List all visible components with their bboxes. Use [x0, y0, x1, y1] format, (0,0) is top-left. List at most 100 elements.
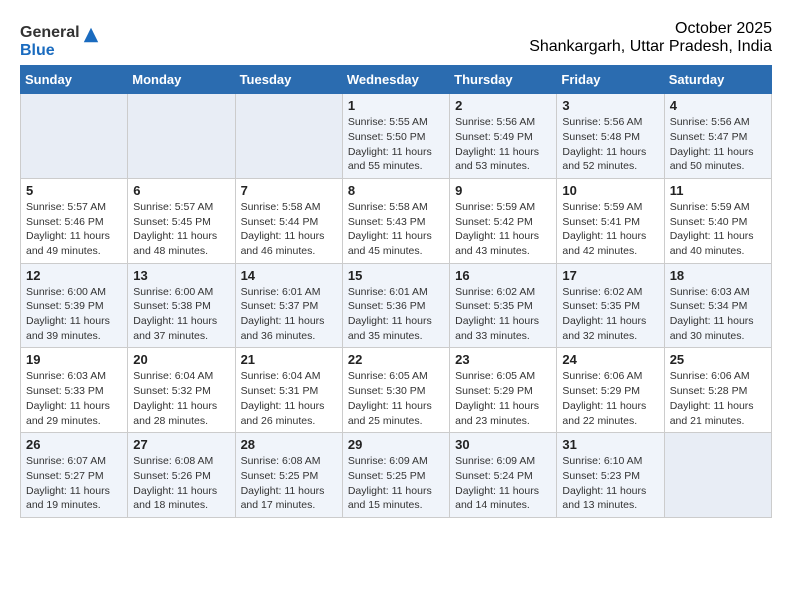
day-info: Sunrise: 6:08 AM Sunset: 5:25 PM Dayligh… [241, 454, 337, 513]
calendar-cell: 25 Sunrise: 6:06 AM Sunset: 5:28 PM Dayli… [664, 348, 771, 433]
calendar-cell: 7 Sunrise: 5:58 AM Sunset: 5:44 PM Daylig… [235, 178, 342, 263]
day-number: 12 [26, 268, 122, 283]
day-info: Sunrise: 6:00 AM Sunset: 5:39 PM Dayligh… [26, 285, 122, 344]
day-info: Sunrise: 5:59 AM Sunset: 5:41 PM Dayligh… [562, 200, 658, 259]
day-info: Sunrise: 6:03 AM Sunset: 5:34 PM Dayligh… [670, 285, 766, 344]
header-right: October 2025 Shankargarh, Uttar Pradesh,… [529, 20, 772, 56]
day-info: Sunrise: 6:07 AM Sunset: 5:27 PM Dayligh… [26, 454, 122, 513]
calendar-week-row: 19 Sunrise: 6:03 AM Sunset: 5:33 PM Dayli… [21, 348, 772, 433]
day-number: 22 [348, 352, 444, 367]
day-info: Sunrise: 6:03 AM Sunset: 5:33 PM Dayligh… [26, 369, 122, 428]
page-container: General Blue October 2025 Shankargarh, U… [20, 20, 772, 518]
calendar-cell: 20Sunrise: 6:04 AM Sunset: 5:32 PM Dayli… [128, 348, 235, 433]
day-number: 25 [670, 352, 766, 367]
day-number: 10 [562, 183, 658, 198]
day-number: 18 [670, 268, 766, 283]
logo-icon [82, 26, 100, 44]
day-number: 16 [455, 268, 551, 283]
day-number: 13 [133, 268, 229, 283]
day-info: Sunrise: 5:56 AM Sunset: 5:48 PM Dayligh… [562, 115, 658, 174]
day-number: 5 [26, 183, 122, 198]
day-number: 3 [562, 98, 658, 113]
calendar-cell: 10 Sunrise: 5:59 AM Sunset: 5:41 PM Dayli… [557, 178, 664, 263]
day-info: Sunrise: 5:59 AM Sunset: 5:40 PM Dayligh… [670, 200, 766, 259]
calendar-table: SundayMondayTuesdayWednesdayThursdayFrid… [20, 65, 772, 518]
calendar-cell [664, 433, 771, 518]
day-info: Sunrise: 5:58 AM Sunset: 5:44 PM Dayligh… [241, 200, 337, 259]
calendar-body: 1 Sunrise: 5:55 AM Sunset: 5:50 PM Daylig… [21, 94, 772, 518]
header: General Blue October 2025 Shankargarh, U… [20, 20, 772, 59]
day-number: 20 [133, 352, 229, 367]
day-info: Sunrise: 5:55 AM Sunset: 5:50 PM Dayligh… [348, 115, 444, 174]
calendar-cell: 27 Sunrise: 6:08 AM Sunset: 5:26 PM Dayli… [128, 433, 235, 518]
day-number: 2 [455, 98, 551, 113]
calendar-cell: 9 Sunrise: 5:59 AM Sunset: 5:42 PM Daylig… [450, 178, 557, 263]
day-info: Sunrise: 5:59 AM Sunset: 5:42 PM Dayligh… [455, 200, 551, 259]
calendar-cell: 28Sunrise: 6:08 AM Sunset: 5:25 PM Dayli… [235, 433, 342, 518]
calendar-cell: 3 Sunrise: 5:56 AM Sunset: 5:48 PM Daylig… [557, 94, 664, 179]
calendar-cell: 24 Sunrise: 6:06 AM Sunset: 5:29 PM Dayli… [557, 348, 664, 433]
weekday-header: Tuesday [235, 66, 342, 94]
day-info: Sunrise: 6:09 AM Sunset: 5:24 PM Dayligh… [455, 454, 551, 513]
calendar-cell: 1 Sunrise: 5:55 AM Sunset: 5:50 PM Daylig… [342, 94, 449, 179]
day-number: 1 [348, 98, 444, 113]
day-number: 27 [133, 437, 229, 452]
day-info: Sunrise: 6:09 AM Sunset: 5:25 PM Dayligh… [348, 454, 444, 513]
day-number: 8 [348, 183, 444, 198]
day-number: 4 [670, 98, 766, 113]
calendar-cell: 29 Sunrise: 6:09 AM Sunset: 5:25 PM Dayli… [342, 433, 449, 518]
calendar-cell: 14Sunrise: 6:01 AM Sunset: 5:37 PM Dayli… [235, 263, 342, 348]
calendar-cell: 19 Sunrise: 6:03 AM Sunset: 5:33 PM Dayli… [21, 348, 128, 433]
calendar-cell [235, 94, 342, 179]
calendar-cell: 17 Sunrise: 6:02 AM Sunset: 5:35 PM Dayli… [557, 263, 664, 348]
calendar-cell: 15Sunrise: 6:01 AM Sunset: 5:36 PM Dayli… [342, 263, 449, 348]
day-number: 29 [348, 437, 444, 452]
day-info: Sunrise: 6:02 AM Sunset: 5:35 PM Dayligh… [562, 285, 658, 344]
day-info: Sunrise: 6:00 AM Sunset: 5:38 PM Dayligh… [133, 285, 229, 344]
day-info: Sunrise: 6:02 AM Sunset: 5:35 PM Dayligh… [455, 285, 551, 344]
day-info: Sunrise: 6:06 AM Sunset: 5:28 PM Dayligh… [670, 369, 766, 428]
calendar-cell: 8 Sunrise: 5:58 AM Sunset: 5:43 PM Daylig… [342, 178, 449, 263]
calendar-cell: 16 Sunrise: 6:02 AM Sunset: 5:35 PM Dayli… [450, 263, 557, 348]
calendar-cell: 6Sunrise: 5:57 AM Sunset: 5:45 PM Daylig… [128, 178, 235, 263]
calendar-week-row: 12 Sunrise: 6:00 AM Sunset: 5:39 PM Dayli… [21, 263, 772, 348]
weekday-header: Sunday [21, 66, 128, 94]
calendar-cell: 13 Sunrise: 6:00 AM Sunset: 5:38 PM Dayli… [128, 263, 235, 348]
calendar-cell [128, 94, 235, 179]
day-info: Sunrise: 6:08 AM Sunset: 5:26 PM Dayligh… [133, 454, 229, 513]
calendar-cell: 5 Sunrise: 5:57 AM Sunset: 5:46 PM Daylig… [21, 178, 128, 263]
day-info: Sunrise: 5:58 AM Sunset: 5:43 PM Dayligh… [348, 200, 444, 259]
weekday-header: Friday [557, 66, 664, 94]
calendar-cell: 11Sunrise: 5:59 AM Sunset: 5:40 PM Dayli… [664, 178, 771, 263]
day-info: Sunrise: 6:10 AM Sunset: 5:23 PM Dayligh… [562, 454, 658, 513]
day-info: Sunrise: 6:05 AM Sunset: 5:30 PM Dayligh… [348, 369, 444, 428]
location-subtitle: Shankargarh, Uttar Pradesh, India [529, 38, 772, 56]
day-number: 31 [562, 437, 658, 452]
calendar-cell: 2Sunrise: 5:56 AM Sunset: 5:49 PM Daylig… [450, 94, 557, 179]
day-number: 17 [562, 268, 658, 283]
calendar-cell: 26Sunrise: 6:07 AM Sunset: 5:27 PM Dayli… [21, 433, 128, 518]
day-number: 24 [562, 352, 658, 367]
weekday-header: Wednesday [342, 66, 449, 94]
calendar-cell: 31 Sunrise: 6:10 AM Sunset: 5:23 PM Dayli… [557, 433, 664, 518]
day-number: 9 [455, 183, 551, 198]
day-number: 15 [348, 268, 444, 283]
calendar-week-row: 1 Sunrise: 5:55 AM Sunset: 5:50 PM Daylig… [21, 94, 772, 179]
calendar-cell: 4 Sunrise: 5:56 AM Sunset: 5:47 PM Daylig… [664, 94, 771, 179]
day-info: Sunrise: 6:04 AM Sunset: 5:31 PM Dayligh… [241, 369, 337, 428]
day-info: Sunrise: 6:06 AM Sunset: 5:29 PM Dayligh… [562, 369, 658, 428]
day-number: 23 [455, 352, 551, 367]
month-year-title: October 2025 [529, 20, 772, 38]
day-number: 14 [241, 268, 337, 283]
logo: General Blue [20, 24, 100, 59]
day-info: Sunrise: 5:57 AM Sunset: 5:45 PM Dayligh… [133, 200, 229, 259]
day-number: 7 [241, 183, 337, 198]
calendar-cell: 30Sunrise: 6:09 AM Sunset: 5:24 PM Dayli… [450, 433, 557, 518]
weekday-header-row: SundayMondayTuesdayWednesdayThursdayFrid… [21, 66, 772, 94]
day-info: Sunrise: 5:56 AM Sunset: 5:47 PM Dayligh… [670, 115, 766, 174]
weekday-header: Saturday [664, 66, 771, 94]
calendar-cell [21, 94, 128, 179]
day-info: Sunrise: 5:57 AM Sunset: 5:46 PM Dayligh… [26, 200, 122, 259]
day-number: 19 [26, 352, 122, 367]
calendar-cell: 23Sunrise: 6:05 AM Sunset: 5:29 PM Dayli… [450, 348, 557, 433]
